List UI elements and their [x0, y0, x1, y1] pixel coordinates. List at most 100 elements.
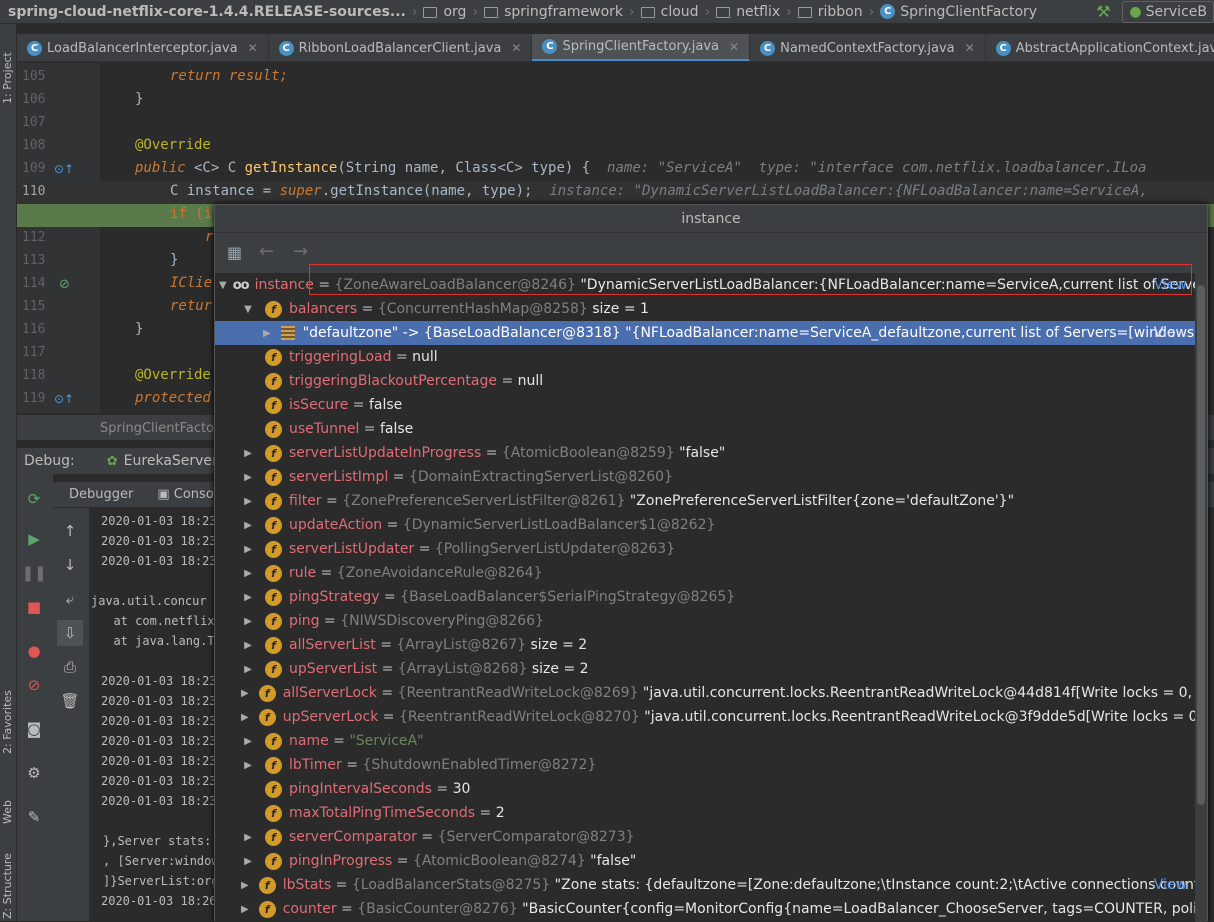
- tab-springclientfactory[interactable]: C SpringClientFactory.java ✕: [532, 34, 751, 61]
- override-marker-icon[interactable]: ⊙↑: [54, 162, 74, 176]
- tree-row[interactable]: ▶ f allServerLock = {ReentrantReadWriteLoc…: [215, 681, 1195, 705]
- tree-row[interactable]: ▶ f serverListUpdater = {PollingServerList…: [215, 537, 1195, 561]
- tab-abstractapplicationcontext[interactable]: C AbstractApplicationContext.java: [986, 34, 1214, 61]
- tree-row[interactable]: f triggeringBlackoutPercentage = null: [215, 369, 1195, 393]
- tree-row[interactable]: ▶ f ping = {NIWSDiscoveryPing@8266}: [215, 609, 1195, 633]
- tree-row[interactable]: f maxTotalPingTimeSeconds = 2: [215, 801, 1195, 825]
- chevron-right-icon[interactable]: ▶: [263, 328, 271, 339]
- scroll-to-end-icon[interactable]: ⇩: [57, 620, 83, 646]
- tree-row[interactable]: ▶ f name = "ServiceA": [215, 729, 1195, 753]
- variable-tree[interactable]: ▼ oo instance = {ZoneAwareLoadBalancer@8…: [215, 273, 1195, 922]
- chevron-right-icon[interactable]: ▶: [241, 544, 255, 555]
- chevron-right-icon[interactable]: ▶: [241, 880, 249, 891]
- project-tool-button[interactable]: 1: Project: [1, 52, 14, 104]
- tab-console[interactable]: ▣ Conso: [157, 487, 213, 502]
- chevron-right-icon[interactable]: ▶: [241, 688, 249, 699]
- pin-icon[interactable]: ✎: [25, 808, 43, 826]
- chevron-right-icon[interactable]: ▶: [241, 568, 255, 579]
- chevron-right-icon[interactable]: ▶: [241, 640, 255, 651]
- up-arrow-icon[interactable]: ↑: [61, 522, 79, 540]
- override-marker-icon[interactable]: ⊙↑: [54, 392, 74, 406]
- chevron-right-icon[interactable]: ▶: [241, 904, 249, 915]
- tree-row[interactable]: ▶ f counter = {BasicCounter@8276} "BasicCo…: [215, 897, 1195, 921]
- implementation-marker-icon[interactable]: ⊘: [59, 277, 70, 292]
- tree-row[interactable]: f isSecure = false: [215, 393, 1195, 417]
- soft-wrap-icon[interactable]: ⤶: [61, 590, 79, 608]
- chevron-down-icon[interactable]: ▼: [241, 304, 255, 315]
- tree-row[interactable]: ▼ f balancers = {ConcurrentHashMap@8258} s…: [215, 297, 1195, 321]
- tab-ribbonloadbalancerclient[interactable]: C RibbonLoadBalancerClient.java ✕: [269, 34, 533, 61]
- breadcrumb-springframework[interactable]: springframework: [480, 4, 627, 20]
- breadcrumb-org[interactable]: org: [419, 4, 470, 20]
- chevron-right-icon[interactable]: ▶: [241, 448, 255, 459]
- stop-icon[interactable]: ■: [25, 598, 43, 616]
- tree-row[interactable]: ▶ f serverListImpl = {DomainExtractingServ…: [215, 465, 1195, 489]
- tab-loadbalancerinterceptor[interactable]: C LoadBalancerInterceptor.java ✕: [17, 34, 269, 61]
- popup-title[interactable]: instance: [215, 205, 1207, 233]
- build-hammer-icon[interactable]: ⚒: [1092, 1, 1114, 23]
- chevron-right-icon[interactable]: ▶: [241, 856, 255, 867]
- tree-row[interactable]: ▶ f lbStats = {LoadBalancerStats@8275} "Zo…: [215, 873, 1195, 897]
- back-arrow-icon[interactable]: ←: [259, 241, 274, 262]
- chevron-right-icon[interactable]: ▶: [241, 472, 255, 483]
- rerun-icon[interactable]: ⟳: [25, 490, 43, 508]
- tab-debugger[interactable]: Debugger: [69, 487, 133, 502]
- tree-row[interactable]: ▶ "defaultzone" -> {BaseLoadBalancer@8318…: [215, 321, 1195, 345]
- chevron-right-icon[interactable]: ▶: [241, 712, 249, 723]
- breadcrumb-cloud[interactable]: cloud: [637, 4, 703, 20]
- chevron-right-icon[interactable]: ▶: [241, 760, 255, 771]
- tree-row[interactable]: ▶ f lbTimer = {ShutdownEnabledTimer@8272}: [215, 753, 1195, 777]
- tree-row[interactable]: ▶ f upServerList = {ArrayList@8268} size =…: [215, 657, 1195, 681]
- close-icon[interactable]: ✕: [248, 41, 258, 55]
- breadcrumb-class[interactable]: C SpringClientFactory: [876, 4, 1041, 20]
- pause-icon[interactable]: ❚❚: [21, 564, 46, 582]
- breadcrumb-netflix[interactable]: netflix: [712, 4, 784, 20]
- tree-row[interactable]: ▶ f upServerLock = {ReentrantReadWriteLock…: [215, 705, 1195, 729]
- tree-row[interactable]: ▶ f pingInProgress = {AtomicBoolean@8274} …: [215, 849, 1195, 873]
- trash-icon[interactable]: 🗑: [60, 692, 79, 710]
- chevron-down-icon[interactable]: ▼: [219, 280, 227, 291]
- tree-row[interactable]: ▶ f updateAction = {DynamicServerListLoadB…: [215, 513, 1195, 537]
- chevron-right-icon[interactable]: ▶: [241, 496, 255, 507]
- tree-row[interactable]: f useTunnel = false: [215, 417, 1195, 441]
- breadcrumb-project[interactable]: spring-cloud-netflix-core-1.4.4.RELEASE-…: [0, 4, 410, 20]
- forward-arrow-icon[interactable]: →: [293, 241, 308, 262]
- gear-icon[interactable]: ⚙: [25, 764, 43, 782]
- tree-row[interactable]: f pingIntervalSeconds = 30: [215, 777, 1195, 801]
- chevron-right-icon[interactable]: ▶: [241, 736, 255, 747]
- chevron-right-icon[interactable]: ▶: [241, 520, 255, 531]
- tree-row[interactable]: ▶ f filter = {ZonePreferenceServerListFilt…: [215, 489, 1195, 513]
- tree-row[interactable]: ▶ f pingStrategy = {BaseLoadBalancer$Seria…: [215, 585, 1195, 609]
- run-config-selector[interactable]: ● ServiceB: [1122, 0, 1214, 23]
- hierarchy-icon[interactable]: ▦: [227, 243, 242, 262]
- structure-tool-button[interactable]: Z: Structure: [1, 853, 14, 919]
- close-icon[interactable]: ✕: [729, 40, 739, 54]
- web-tool-button[interactable]: Web: [1, 800, 14, 824]
- view-link[interactable]: View: [1154, 877, 1187, 893]
- resume-icon[interactable]: ▶: [25, 530, 43, 548]
- print-icon[interactable]: ⎙: [61, 658, 79, 676]
- tree-row[interactable]: ▶ f allServerList = {ArrayList@8267} size …: [215, 633, 1195, 657]
- breadcrumb-ribbon[interactable]: ribbon: [794, 4, 867, 20]
- view-breakpoints-icon[interactable]: ●: [25, 642, 43, 660]
- view-link[interactable]: View: [1154, 325, 1187, 341]
- tree-row[interactable]: ▶ f rule = {ZoneAvoidanceRule@8264}: [215, 561, 1195, 585]
- chevron-right-icon[interactable]: ▶: [241, 664, 255, 675]
- class-icon: C: [760, 40, 776, 56]
- camera-icon[interactable]: ◙: [25, 720, 43, 738]
- tree-row[interactable]: f triggeringLoad = null: [215, 345, 1195, 369]
- debug-config-tab[interactable]: EurekaServer: [124, 453, 218, 469]
- chevron-right-icon[interactable]: ▶: [241, 592, 255, 603]
- tab-namedcontextfactory[interactable]: C NamedContextFactory.java ✕: [750, 34, 986, 61]
- tree-row[interactable]: ▶ f serverComparator = {ServerComparator@8…: [215, 825, 1195, 849]
- popup-scrollbar-thumb[interactable]: [1197, 285, 1205, 805]
- close-icon[interactable]: ✕: [511, 41, 521, 55]
- down-arrow-icon[interactable]: ↓: [61, 556, 79, 574]
- tree-row[interactable]: ▶ f serverListUpdateInProgress = {AtomicBo…: [215, 441, 1195, 465]
- close-icon[interactable]: ✕: [965, 41, 975, 55]
- footer-breadcrumb-label[interactable]: SpringClientFacto: [100, 421, 214, 436]
- chevron-right-icon[interactable]: ▶: [241, 832, 255, 843]
- chevron-right-icon[interactable]: ▶: [241, 616, 255, 627]
- mute-breakpoints-icon[interactable]: ⊘: [25, 676, 43, 694]
- favorites-tool-button[interactable]: 2: Favorites: [1, 690, 14, 754]
